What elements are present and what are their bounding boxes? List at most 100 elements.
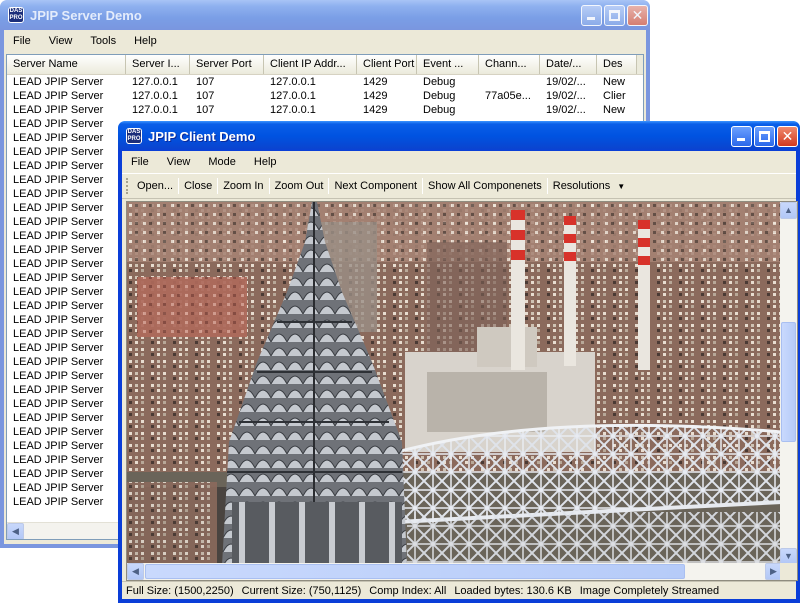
table-cell (479, 103, 540, 117)
table-cell: LEAD JPIP Server (13, 286, 104, 298)
table-cell: LEAD JPIP Server (13, 216, 104, 228)
table-row[interactable]: LEAD JPIP Server 127.0.0.1 107 127.0.0.1 142… (7, 75, 643, 89)
col-server-ip[interactable]: Server I... (126, 55, 190, 74)
table-cell (479, 75, 540, 89)
table-cell: LEAD JPIP Server (13, 426, 104, 438)
toolbar-grip[interactable] (126, 178, 129, 194)
table-cell: LEAD JPIP Server (13, 314, 104, 326)
table-cell: LEAD JPIP Server (13, 146, 104, 158)
menu-view[interactable]: View (40, 35, 82, 47)
status-current-size: Current Size: (750,1125) (241, 584, 362, 597)
table-cell: 1429 (363, 104, 388, 116)
table-cell: 19/02/... (546, 76, 586, 88)
table-cell: 127.0.0.1 (132, 104, 178, 116)
col-description[interactable]: Des (597, 55, 637, 74)
menu-file[interactable]: File (4, 35, 40, 47)
next-component-button[interactable]: Next Component (329, 180, 422, 192)
table-cell: 107 (196, 76, 215, 88)
status-stream-state: Image Completely Streamed (579, 584, 720, 597)
table-cell: 19/02/... (546, 90, 586, 102)
scroll-up-icon[interactable]: ▲ (780, 202, 797, 219)
minimize-button[interactable] (581, 4, 602, 26)
table-cell: LEAD JPIP Server (13, 258, 104, 270)
bridge (396, 423, 782, 565)
table-cell: 107 (196, 90, 215, 102)
minimize-icon (737, 137, 745, 141)
table-cell: LEAD JPIP Server (13, 272, 104, 284)
minimize-icon (587, 16, 595, 20)
minimize-button[interactable] (731, 125, 752, 147)
close-icon: ✕ (631, 6, 644, 23)
menu-view[interactable]: View (158, 156, 200, 168)
menu-file[interactable]: File (122, 156, 158, 168)
horizontal-scroll-thumb[interactable] (145, 564, 685, 579)
col-channel[interactable]: Chann... (479, 55, 540, 74)
table-cell: New (603, 104, 626, 116)
scrollbar-corner (780, 563, 797, 580)
table-cell: 107 (196, 104, 215, 116)
close-icon: ✕ (781, 127, 794, 144)
resolutions-dropdown[interactable]: Resolutions ▼ (548, 180, 630, 192)
zoom-out-button[interactable]: Zoom Out (270, 180, 329, 192)
client-statusbar: Full Size: (1500,2250) Current Size: (75… (122, 581, 796, 599)
zoom-in-button[interactable]: Zoom In (218, 180, 268, 192)
table-cell: LEAD JPIP Server (13, 440, 104, 452)
menu-help[interactable]: Help (245, 156, 286, 168)
server-menubar: File View Tools Help (4, 30, 646, 52)
menu-mode[interactable]: Mode (199, 156, 245, 168)
client-menubar: File View Mode Help (122, 151, 796, 173)
table-cell: 127.0.0.1 (270, 104, 316, 116)
table-cell: LEAD JPIP Server (13, 412, 104, 424)
maximize-icon (609, 9, 620, 21)
client-titlebar[interactable]: DAS PRO JPIP Client Demo ✕ (118, 121, 800, 151)
table-cell: 1429 (363, 90, 388, 102)
chevron-down-icon: ▼ (617, 182, 626, 191)
col-date[interactable]: Date/... (540, 55, 597, 74)
close-button[interactable]: ✕ (777, 125, 798, 147)
table-cell: New (603, 76, 626, 88)
horizontal-scrollbar[interactable]: ◀ ▶ (127, 563, 782, 580)
col-client-ip[interactable]: Client IP Addr... (264, 55, 357, 74)
image-viewer[interactable]: ▲ ▼ ◀ ▶ (126, 201, 798, 581)
table-cell: LEAD JPIP Server (13, 230, 104, 242)
open-button[interactable]: Open... (132, 180, 178, 192)
table-cell: LEAD JPIP Server (13, 496, 104, 508)
table-cell: 127.0.0.1 (132, 76, 178, 88)
table-cell: LEAD JPIP Server (13, 76, 104, 88)
table-cell: 127.0.0.1 (132, 90, 178, 102)
vertical-scrollbar[interactable]: ▲ ▼ (780, 202, 797, 565)
table-cell: LEAD JPIP Server (13, 118, 104, 130)
menu-help[interactable]: Help (125, 35, 166, 47)
status-comp-index: Comp Index: All (369, 584, 447, 597)
status-loaded-bytes: Loaded bytes: 130.6 KB (454, 584, 572, 597)
table-cell: LEAD JPIP Server (13, 398, 104, 410)
menu-tools[interactable]: Tools (81, 35, 125, 47)
table-row[interactable]: LEAD JPIP Server 127.0.0.1 107 127.0.0.1 142… (7, 103, 643, 117)
show-all-components-button[interactable]: Show All Componenets (423, 180, 547, 192)
table-cell: 1429 (363, 76, 388, 88)
client-toolbar: Open... Close Zoom In Zoom Out Next Comp… (122, 173, 796, 199)
scroll-left-icon[interactable]: ◀ (127, 563, 144, 580)
col-client-port[interactable]: Client Port (357, 55, 417, 74)
table-cell: LEAD JPIP Server (13, 160, 104, 172)
table-cell: LEAD JPIP Server (13, 104, 104, 116)
close-image-button[interactable]: Close (179, 180, 217, 192)
vertical-scroll-thumb[interactable] (781, 322, 796, 442)
table-cell: LEAD JPIP Server (13, 244, 104, 256)
close-button[interactable]: ✕ (627, 4, 648, 26)
col-server-name[interactable]: Server Name (7, 55, 126, 74)
scroll-left-icon[interactable]: ◀ (7, 523, 24, 539)
table-cell: 77a05e... (485, 90, 531, 102)
table-row[interactable]: LEAD JPIP Server 127.0.0.1 107 127.0.0.1 142… (7, 89, 643, 103)
col-event[interactable]: Event ... (417, 55, 479, 74)
col-server-port[interactable]: Server Port (190, 55, 264, 74)
server-title: JPIP Server Demo (30, 7, 142, 23)
maximize-button[interactable] (604, 4, 625, 26)
table-cell: LEAD JPIP Server (13, 300, 104, 312)
table-cell: LEAD JPIP Server (13, 174, 104, 186)
server-titlebar[interactable]: DAS PRO JPIP Server Demo ✕ (0, 0, 650, 30)
maximize-button[interactable] (754, 125, 775, 147)
table-cell: LEAD JPIP Server (13, 454, 104, 466)
table-cell: 127.0.0.1 (270, 76, 316, 88)
table-cell: 19/02/... (546, 104, 586, 116)
